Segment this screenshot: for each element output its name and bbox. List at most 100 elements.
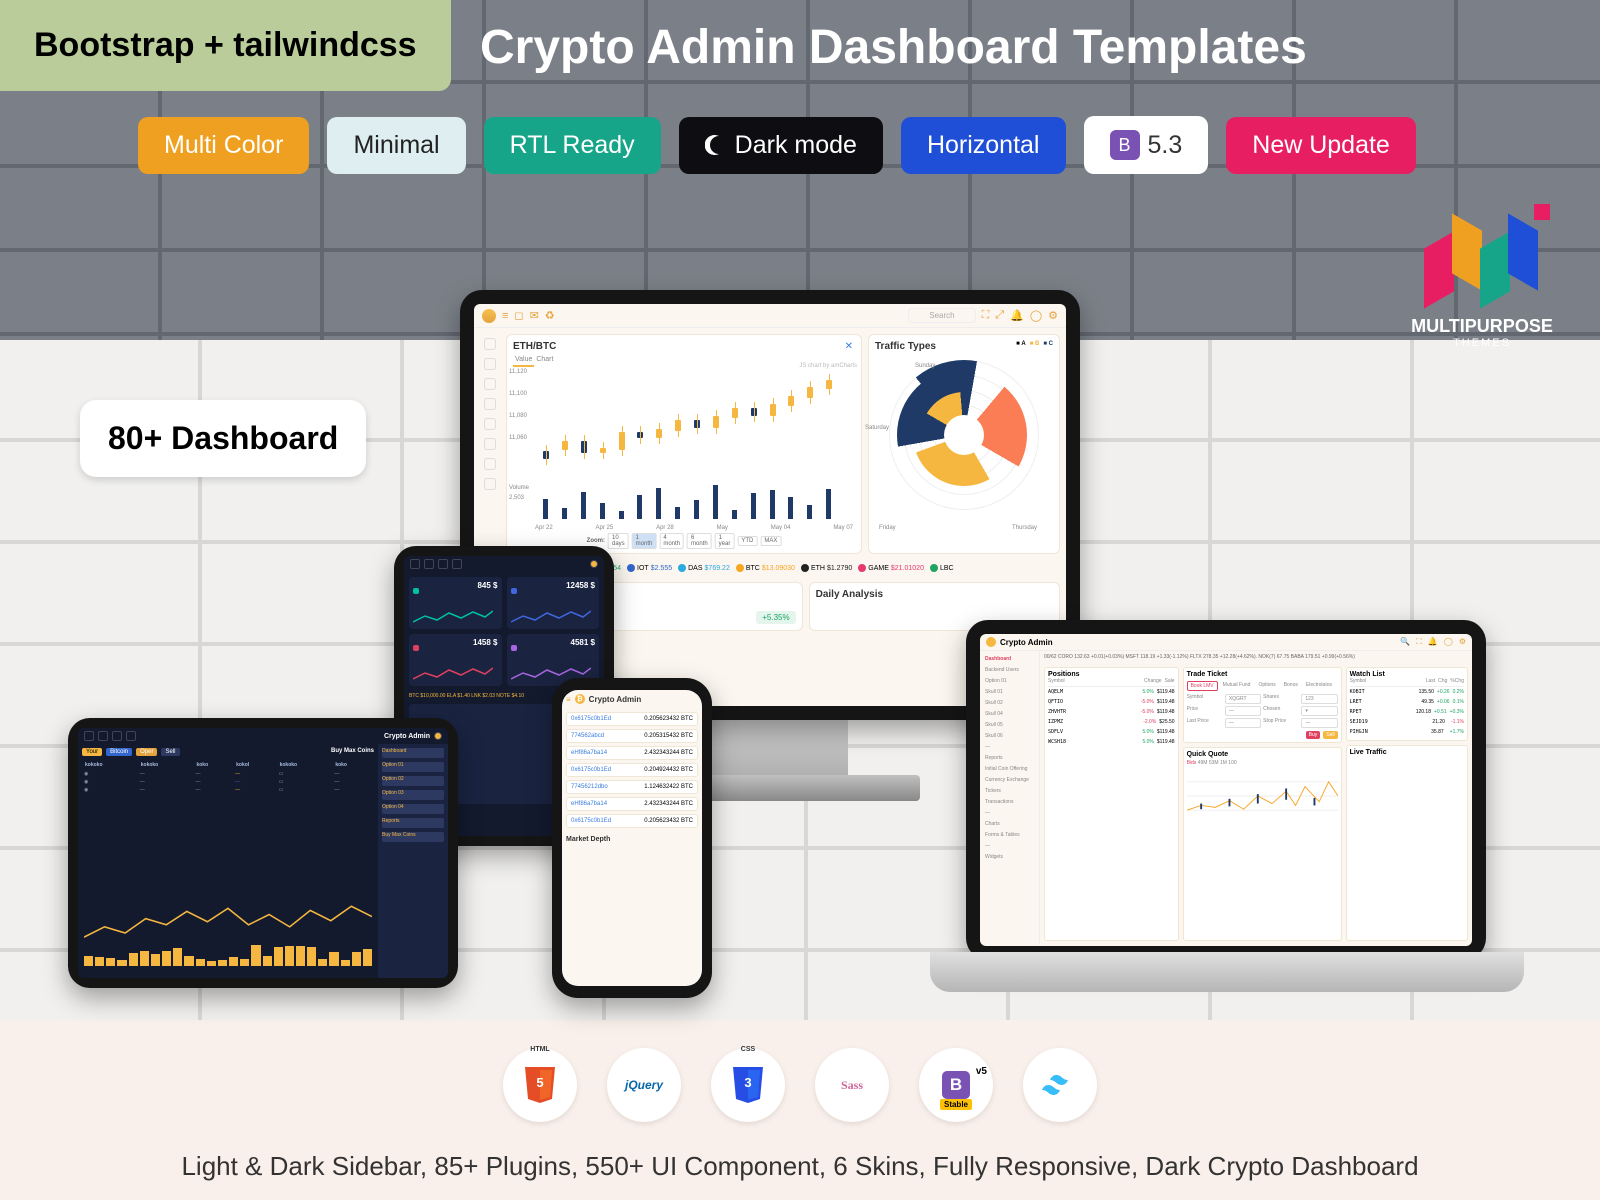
gear-icon[interactable]: ⚙ <box>1048 309 1058 322</box>
symbol-input[interactable]: XQGRT <box>1225 694 1261 704</box>
side-icon[interactable] <box>484 358 496 370</box>
mail-icon[interactable]: ✉ <box>530 309 539 322</box>
search-input[interactable]: Search <box>908 308 975 323</box>
side-icon[interactable] <box>484 478 496 490</box>
sidebar-item[interactable]: Charts <box>984 820 1035 828</box>
list-item[interactable]: 0x6175c0b1Ed0.205623432 BTC <box>566 814 698 828</box>
zoom-btn[interactable]: MAX <box>760 536 781 546</box>
icon[interactable] <box>84 731 94 741</box>
sidebar-item[interactable]: Currency Exchange <box>984 776 1035 784</box>
icon[interactable] <box>438 559 448 569</box>
table-row[interactable]: QFTIO-5.0%$119.48 <box>1048 697 1175 707</box>
shares-input[interactable]: 123 <box>1301 694 1337 704</box>
user-icon[interactable]: ◯ <box>1444 637 1453 647</box>
table-row[interactable]: KOBIT135.50+0.260.2% <box>1350 687 1464 697</box>
sidebar-item[interactable]: Option 03 <box>382 790 444 800</box>
side-icon[interactable] <box>484 398 496 410</box>
icon[interactable] <box>126 731 136 741</box>
sidebar-item[interactable]: Backend Users <box>984 666 1035 674</box>
list-item[interactable]: eHf86a7ba142.432343244 BTC <box>566 797 698 811</box>
sidebar-item[interactable]: Reports <box>382 818 444 828</box>
list-item[interactable]: 77456212dbo1.124632422 BTC <box>566 780 698 794</box>
sidebar-item[interactable]: Forms & Tables <box>984 831 1035 839</box>
sidebar-item[interactable]: Option 01 <box>382 762 444 772</box>
sidebar-item[interactable]: Initial Coin Offering <box>984 765 1035 773</box>
user-icon[interactable]: ◯ <box>1030 309 1042 322</box>
sidebar-item[interactable]: Skull 05 <box>984 721 1035 729</box>
sidebar-item[interactable]: Skull 01 <box>984 688 1035 696</box>
pill[interactable]: Sell <box>161 748 179 756</box>
side-icon[interactable] <box>484 438 496 450</box>
menu-icon[interactable]: ≡ <box>566 695 571 704</box>
buy-button[interactable]: Buy <box>1306 731 1321 739</box>
sidebar-item[interactable]: Dashboard <box>382 748 444 758</box>
sidebar-item[interactable]: Transactions <box>984 798 1035 806</box>
sidebar-item[interactable]: Buy Max Coins <box>382 832 444 842</box>
list-item[interactable]: 0x6175c0b1Ed0.205623432 BTC <box>566 712 698 726</box>
side-icon[interactable] <box>484 338 496 350</box>
table-row[interactable]: LRET49.35+0.060.1% <box>1350 697 1464 707</box>
table-row[interactable]: RPET120.18+0.51+0.3% <box>1350 707 1464 717</box>
chat-icon[interactable]: ◻ <box>514 309 523 322</box>
zoom-btn[interactable]: 4 month <box>659 533 684 549</box>
icon[interactable] <box>424 559 434 569</box>
table-row[interactable]: SEJD1921.20-1.1% <box>1350 717 1464 727</box>
lastprice-input[interactable]: — <box>1225 718 1261 728</box>
expand-icon[interactable]: ⛶ <box>1416 637 1422 647</box>
side-icon[interactable] <box>484 378 496 390</box>
bell-icon[interactable]: 🔔 <box>1010 309 1024 322</box>
sidebar-item[interactable]: Tickers <box>984 787 1035 795</box>
price-input[interactable]: — <box>1225 706 1261 716</box>
table-row[interactable]: IZPMZ-2.0%$25.50 <box>1048 717 1175 727</box>
table-row[interactable]: ZHVHTR-5.0%$119.48 <box>1048 707 1175 717</box>
pill[interactable]: Oper <box>136 748 157 756</box>
icon[interactable] <box>410 559 420 569</box>
pill[interactable]: Your <box>82 748 102 756</box>
zoom-btn[interactable]: 1 year <box>715 533 735 549</box>
sidebar-item[interactable]: Option 04 <box>382 804 444 814</box>
tab-value[interactable]: Value <box>513 354 534 367</box>
table-row[interactable]: SDFLV5.0%$119.48 <box>1048 727 1175 737</box>
sidebar-item[interactable]: Skull 04 <box>984 710 1035 718</box>
menu-icon[interactable]: ≡ <box>502 310 508 322</box>
expand-icon[interactable]: ⤢ <box>995 309 1004 322</box>
sidebar-item[interactable]: — <box>984 743 1035 751</box>
gear-icon[interactable]: ⚙ <box>1459 637 1466 647</box>
sidebar-item[interactable]: Widgets <box>984 853 1035 861</box>
sidebar-item[interactable]: Reports <box>984 754 1035 762</box>
trade-tab[interactable]: Electrolatos <box>1303 681 1335 691</box>
side-icon[interactable] <box>484 458 496 470</box>
table-row[interactable]: PIHGJN35.87+1.7% <box>1350 727 1464 737</box>
sidebar-item[interactable]: Option 02 <box>382 776 444 786</box>
trade-tab[interactable]: Bonos <box>1281 681 1301 691</box>
trade-tab[interactable]: Options <box>1255 681 1278 691</box>
sell-button[interactable]: Sell <box>1323 731 1337 739</box>
list-item[interactable]: 0x6175c0b1Ed0.204924432 BTC <box>566 763 698 777</box>
sidebar-item[interactable]: — <box>984 842 1035 850</box>
close-icon[interactable]: ✕ <box>845 341 853 352</box>
chosen-input[interactable]: ▾ <box>1301 706 1337 716</box>
search-icon[interactable]: 🔍 <box>1400 637 1410 647</box>
icon[interactable] <box>112 731 122 741</box>
side-icon[interactable] <box>484 418 496 430</box>
list-item[interactable]: eHf86a7ba142.432343244 BTC <box>566 746 698 760</box>
trade-tab[interactable]: Mutual Fund <box>1220 681 1254 691</box>
sidebar-item[interactable]: Skull 06 <box>984 732 1035 740</box>
sidebar-item[interactable]: Option 01 <box>984 677 1035 685</box>
bell-icon[interactable]: 🔔 <box>1428 637 1438 647</box>
sidebar-item[interactable]: Skull 02 <box>984 699 1035 707</box>
trash-icon[interactable]: ♻ <box>545 309 555 322</box>
zoom-btn[interactable]: YTD <box>737 536 757 546</box>
stopprice-input[interactable]: — <box>1301 718 1337 728</box>
zoom-btn[interactable]: 10 days <box>608 533 629 549</box>
list-item[interactable]: 774562abcd0.205315432 BTC <box>566 729 698 743</box>
fullscreen-icon[interactable]: ⛶ <box>982 309 990 322</box>
icon[interactable] <box>98 731 108 741</box>
table-row[interactable]: AQELM5.0%$119.48 <box>1048 687 1175 697</box>
trade-tab[interactable]: Book LMV <box>1187 681 1218 691</box>
pill[interactable]: Bitcoin <box>106 748 132 756</box>
zoom-btn[interactable]: 6 month <box>687 533 712 549</box>
sidebar-item[interactable]: — <box>984 809 1035 817</box>
table-row[interactable]: WCSH185.0%$119.48 <box>1048 737 1175 747</box>
icon[interactable] <box>452 559 462 569</box>
